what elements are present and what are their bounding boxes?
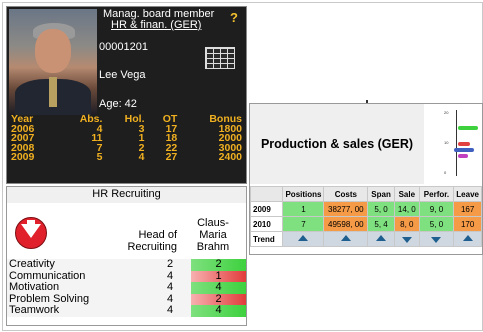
grid-icon[interactable] bbox=[205, 47, 235, 69]
employee-id: 00001201 bbox=[99, 41, 148, 53]
cell-sale: 14, 0 bbox=[393, 201, 420, 217]
trend-cell bbox=[453, 231, 482, 247]
cell-leave: 170 bbox=[453, 216, 482, 232]
employee-title: Manag. board member HR & finan. (GER) bbox=[99, 9, 244, 31]
cell-costs: 49598, 00 bbox=[323, 216, 369, 232]
hr-card-header: Head of Recruiting Claus- Maria Brahm bbox=[7, 203, 246, 259]
table-row: 2009 1 38277, 00 5, 0 14, 0 9, 0 167 bbox=[249, 201, 482, 217]
trend-cell bbox=[393, 231, 420, 247]
employee-name: Lee Vega bbox=[99, 69, 146, 81]
trend-cell bbox=[367, 231, 395, 247]
skill-name: Teamwork bbox=[9, 304, 60, 316]
arrow-up-icon bbox=[462, 234, 473, 241]
chart-marker-blue bbox=[454, 148, 474, 152]
skill-required: 4 bbox=[167, 281, 174, 293]
table-row: Trend bbox=[249, 231, 482, 247]
arrow-up-icon bbox=[298, 234, 309, 241]
skill-name: Creativity bbox=[9, 258, 55, 270]
stats-cell: 5 bbox=[96, 151, 103, 163]
question-mark-icon[interactable]: ? bbox=[230, 10, 238, 25]
production-table: Positions Costs Span Sale Perfor. Leave … bbox=[249, 186, 482, 247]
skills-table: Creativity 2 2 Communication 4 1 Motivat… bbox=[7, 258, 246, 317]
employee-profile-card[interactable]: Manag. board member HR & finan. (GER) ? … bbox=[6, 6, 247, 184]
skill-actual: 4 bbox=[191, 304, 246, 317]
trend-cell bbox=[323, 231, 369, 247]
down-arrow-circle-icon bbox=[15, 217, 47, 249]
cell-performance: 5, 0 bbox=[418, 216, 455, 232]
person-line-2: Maria bbox=[199, 229, 227, 241]
table-row: 2008 7 2 22 3000 bbox=[9, 143, 244, 154]
employee-photo bbox=[9, 9, 97, 115]
arrow-down-icon bbox=[401, 236, 412, 243]
table-row: Teamwork 4 4 bbox=[7, 304, 246, 317]
table-row: 2007 11 1 18 2000 bbox=[9, 133, 244, 144]
table-row: Creativity 2 2 bbox=[7, 258, 246, 271]
cell-costs: 38277, 00 bbox=[323, 201, 369, 217]
title-line-2: HR & finan. (GER) bbox=[111, 19, 202, 31]
row-label: 2010 bbox=[249, 216, 284, 232]
skill-required: 4 bbox=[167, 269, 174, 282]
person-line-1: Claus- bbox=[197, 217, 229, 229]
skill-actual: 4 bbox=[191, 281, 246, 294]
skill-required: 4 bbox=[167, 292, 174, 305]
skill-required: 2 bbox=[167, 258, 174, 270]
trend-cell bbox=[282, 231, 325, 247]
employee-stats-table: Year Abs. Hol. OT Bonus 2006 4 3 17 1800… bbox=[9, 114, 244, 163]
skill-actual: 2 bbox=[191, 258, 246, 271]
arrow-up-icon bbox=[376, 234, 387, 241]
cell-positions: 7 bbox=[282, 216, 325, 232]
role-line-1: Head of bbox=[138, 229, 177, 241]
cell-leave: 167 bbox=[453, 201, 482, 217]
cell-sale: 8, 0 bbox=[393, 216, 420, 232]
column-header: Costs bbox=[323, 186, 369, 202]
candidate-name: Claus- Maria Brahm bbox=[181, 217, 245, 253]
person-line-3: Brahm bbox=[196, 241, 230, 253]
table-row: 2006 4 3 17 1800 bbox=[9, 124, 244, 135]
mini-chart: 20 10 0 bbox=[426, 104, 482, 184]
arrow-up-icon bbox=[340, 234, 351, 241]
production-title: Production & sales (GER) bbox=[250, 104, 424, 184]
production-sales-card[interactable]: Production & sales (GER) 20 10 0 Positio… bbox=[249, 103, 483, 255]
column-header bbox=[249, 186, 284, 202]
column-header: Leave bbox=[453, 186, 482, 202]
hr-recruiting-card[interactable]: HR Recruiting Head of Recruiting Claus- … bbox=[6, 186, 247, 326]
chart-tick: 20 bbox=[444, 110, 449, 115]
trend-cell bbox=[418, 231, 455, 247]
role-line-2: Recruiting bbox=[127, 241, 177, 253]
cell-performance: 9, 0 bbox=[418, 201, 455, 217]
column-header: Positions bbox=[282, 186, 325, 202]
table-row: 2009 5 4 27 2400 bbox=[9, 151, 244, 163]
position-role: Head of Recruiting bbox=[103, 229, 177, 253]
table-row: 2010 7 49598, 00 5, 4 8, 0 5, 0 170 bbox=[249, 216, 482, 232]
column-header: Span bbox=[367, 186, 395, 202]
stats-cell: 4 bbox=[138, 151, 145, 163]
arrow-down-icon bbox=[431, 236, 442, 243]
employee-age: Age: 42 bbox=[99, 98, 137, 110]
cell-span: 5, 4 bbox=[367, 216, 395, 232]
skill-name: Motivation bbox=[9, 281, 60, 293]
chart-tick: 0 bbox=[444, 170, 447, 175]
cell-positions: 1 bbox=[282, 201, 325, 217]
stats-cell: 2009 bbox=[11, 151, 35, 163]
table-row: Motivation 4 4 bbox=[7, 281, 246, 294]
column-header: Sale bbox=[393, 186, 420, 202]
chart-tick: 10 bbox=[444, 140, 449, 145]
stats-cell: 2400 bbox=[218, 151, 242, 163]
stats-cell: 27 bbox=[165, 151, 178, 163]
chart-marker-purple bbox=[458, 154, 468, 158]
chart-marker-red bbox=[458, 142, 470, 146]
skill-required: 4 bbox=[167, 304, 174, 316]
cell-span: 5, 0 bbox=[367, 201, 395, 217]
trend-label: Trend bbox=[249, 231, 284, 247]
column-header: Perfor. bbox=[418, 186, 455, 202]
hr-card-title: HR Recruiting bbox=[7, 187, 246, 203]
row-label: 2009 bbox=[249, 201, 284, 217]
chart-marker-green bbox=[458, 126, 478, 130]
